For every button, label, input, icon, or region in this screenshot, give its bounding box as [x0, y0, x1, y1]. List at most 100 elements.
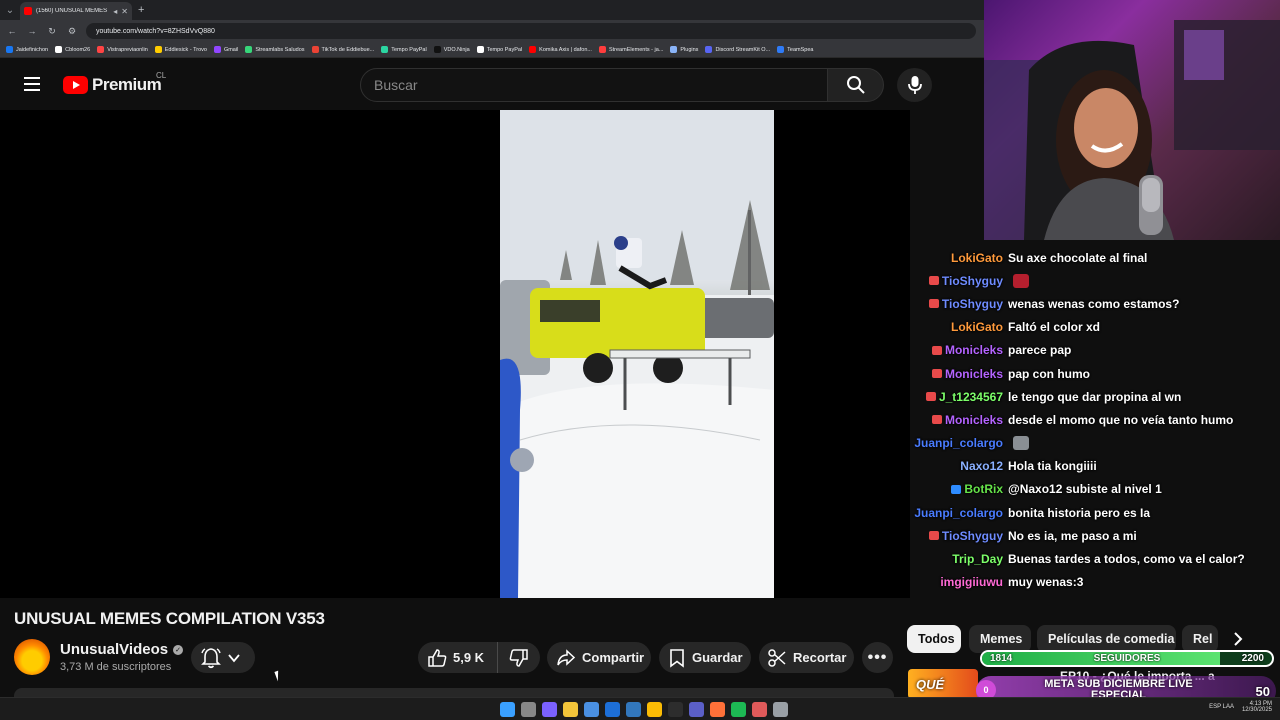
- filter-chip[interactable]: Rel: [1182, 625, 1218, 653]
- menu-icon[interactable]: [24, 77, 40, 91]
- new-tab-icon[interactable]: +: [138, 4, 144, 16]
- followers-goal-bar: 1814 SEGUIDORES 2200: [980, 650, 1274, 667]
- chat-text: Buenas tardes a todos, como va el calor?: [1008, 552, 1245, 567]
- calendar-icon[interactable]: [584, 702, 599, 717]
- back-icon[interactable]: ←: [6, 26, 18, 36]
- bookmark-item[interactable]: StreamElements - ja...: [598, 46, 664, 53]
- bookmark-favicon-icon: [154, 46, 162, 53]
- search-button[interactable]: [827, 68, 884, 102]
- chat-badge-icon: [931, 369, 942, 379]
- address-bar-row: ← → ↻ ⚙ youtube.com/watch?v=8ZHSdVvQ880: [0, 20, 984, 42]
- chat-username-wrap: Monicleks: [900, 413, 1003, 427]
- spotify-icon[interactable]: [731, 702, 746, 717]
- more-actions-button[interactable]: •••: [862, 642, 893, 673]
- tab-list-icon[interactable]: ⌄: [0, 0, 20, 20]
- clip-button[interactable]: Recortar: [759, 642, 854, 673]
- teams-icon[interactable]: [689, 702, 704, 717]
- bookmark-label: Vistrapreviaonlin: [107, 46, 148, 53]
- copilot-icon[interactable]: [542, 702, 557, 717]
- chevron-down-icon: [228, 653, 240, 662]
- bookmark-favicon-icon: [55, 46, 63, 53]
- search-icon: [846, 76, 865, 94]
- site-info-icon[interactable]: ⚙: [66, 26, 78, 37]
- file-explorer-icon[interactable]: [563, 702, 578, 717]
- bookmark-item[interactable]: Komika Axis | dafon...: [529, 46, 592, 53]
- chat-emote-icon: [1013, 273, 1029, 288]
- video-frame[interactable]: [500, 110, 774, 598]
- forward-icon[interactable]: →: [26, 26, 38, 36]
- chat-message: Trip_Day Buenas tardes a todos, como va e…: [900, 547, 1280, 570]
- bookmark-item[interactable]: Plugins: [670, 46, 698, 53]
- filter-chip[interactable]: Todos: [907, 625, 961, 653]
- bookmark-item[interactable]: TikTok de Eddiebue...: [311, 46, 374, 53]
- bookmark-item[interactable]: Eddiesick - Trovo: [154, 46, 207, 53]
- mail-icon[interactable]: [605, 702, 620, 717]
- reload-icon[interactable]: ↻: [46, 26, 58, 37]
- webcam-scene-image: [984, 20, 1280, 240]
- chat-text: @Naxo12 subiste al nivel 1: [1008, 482, 1162, 497]
- chat-app-icon[interactable]: [752, 702, 767, 717]
- search-input[interactable]: Buscar: [360, 68, 828, 102]
- chat-message: imgigiiuwu muy wenas:3: [900, 571, 1280, 594]
- bookmark-label: Eddiesick - Trovo: [164, 46, 207, 53]
- subscriber-count: 3,73 M de suscriptores: [60, 661, 172, 673]
- channel-name-row[interactable]: UnusualVideos ✓: [60, 641, 184, 658]
- chat-message: Juanpi_colargo: [900, 432, 1280, 455]
- tab-title: (1560) UNUSUAL MEMES C: [36, 8, 110, 14]
- notifications-button[interactable]: [191, 642, 255, 673]
- bookmark-favicon-icon: [777, 46, 785, 53]
- chrome-icon[interactable]: [647, 702, 662, 717]
- obs-icon[interactable]: [668, 702, 683, 717]
- close-tab-icon[interactable]: ✕: [121, 7, 128, 16]
- url-field[interactable]: youtube.com/watch?v=8ZHSdVvQ880: [86, 23, 976, 39]
- settings-icon[interactable]: [773, 702, 788, 717]
- task-view-icon[interactable]: [521, 702, 536, 717]
- chips-next-button[interactable]: [1226, 628, 1250, 650]
- bookmark-label: StreamElements - ja...: [608, 46, 664, 53]
- firefox-icon[interactable]: [710, 702, 725, 717]
- thumbs-up-icon: [428, 648, 447, 667]
- bookmark-item[interactable]: VDO.Ninja: [433, 46, 470, 53]
- share-button[interactable]: Compartir: [547, 642, 651, 673]
- bookmarks-bar: Jaidefinichon Cbloom26 Vistrapreviaonlin Ed…: [0, 42, 984, 58]
- bookmark-item[interactable]: TeamSpea: [777, 46, 813, 53]
- dislike-button[interactable]: [498, 642, 540, 673]
- bookmark-label: VDO.Ninja: [443, 46, 470, 53]
- bookmark-label: Gmail: [223, 46, 239, 53]
- voice-search-button[interactable]: [897, 68, 932, 102]
- bookmark-icon: [670, 648, 684, 668]
- chat-text: muy wenas:3: [1008, 575, 1084, 590]
- clock[interactable]: 4:13 PM 12/30/2025: [1242, 701, 1272, 713]
- bookmark-favicon-icon: [213, 46, 221, 53]
- chat-text: le tengo que dar propina al wn: [1008, 389, 1182, 404]
- save-button[interactable]: Guardar: [659, 642, 751, 673]
- bookmark-item[interactable]: Tempo PayPal: [381, 46, 427, 53]
- chat-badge-icon: [951, 484, 962, 494]
- filter-chip[interactable]: Memes: [969, 625, 1031, 653]
- channel-name[interactable]: UnusualVideos: [60, 641, 168, 658]
- like-button[interactable]: 5,9 K: [418, 642, 498, 673]
- bookmark-item[interactable]: Jaidefinichon: [6, 46, 48, 53]
- browser-tab[interactable]: (1560) UNUSUAL MEMES C ◂ ✕: [20, 2, 132, 20]
- chat-username: Juanpi_colargo: [914, 505, 1003, 520]
- language-indicator[interactable]: ESP LAA: [1209, 704, 1234, 710]
- bookmark-item[interactable]: Cbloom26: [55, 46, 90, 53]
- store-icon[interactable]: [626, 702, 641, 717]
- bookmark-item[interactable]: Discord StreamKit O...: [705, 46, 770, 53]
- bookmark-item[interactable]: Tempo PayPal: [476, 46, 522, 53]
- youtube-premium-logo[interactable]: Premium CL: [63, 71, 166, 95]
- start-icon[interactable]: [500, 702, 515, 717]
- clock-date: 12/30/2025: [1241, 707, 1272, 713]
- bookmark-item[interactable]: Vistrapreviaonlin: [97, 46, 148, 53]
- bookmark-favicon-icon: [381, 46, 389, 53]
- share-icon: [557, 648, 576, 666]
- bookmark-item[interactable]: Gmail: [213, 46, 239, 53]
- channel-avatar[interactable]: [14, 639, 50, 675]
- bookmark-item[interactable]: Streamlabs Saludos: [245, 46, 305, 53]
- video-player[interactable]: [0, 110, 910, 598]
- clip-label: Recortar: [793, 650, 847, 665]
- recommended-thumbnail[interactable]: QUÉ: [908, 669, 978, 699]
- filter-chip[interactable]: Películas de comedia: [1037, 625, 1176, 653]
- speaker-icon[interactable]: ◂: [113, 7, 117, 16]
- chat-message: TioShyguy: [900, 269, 1280, 292]
